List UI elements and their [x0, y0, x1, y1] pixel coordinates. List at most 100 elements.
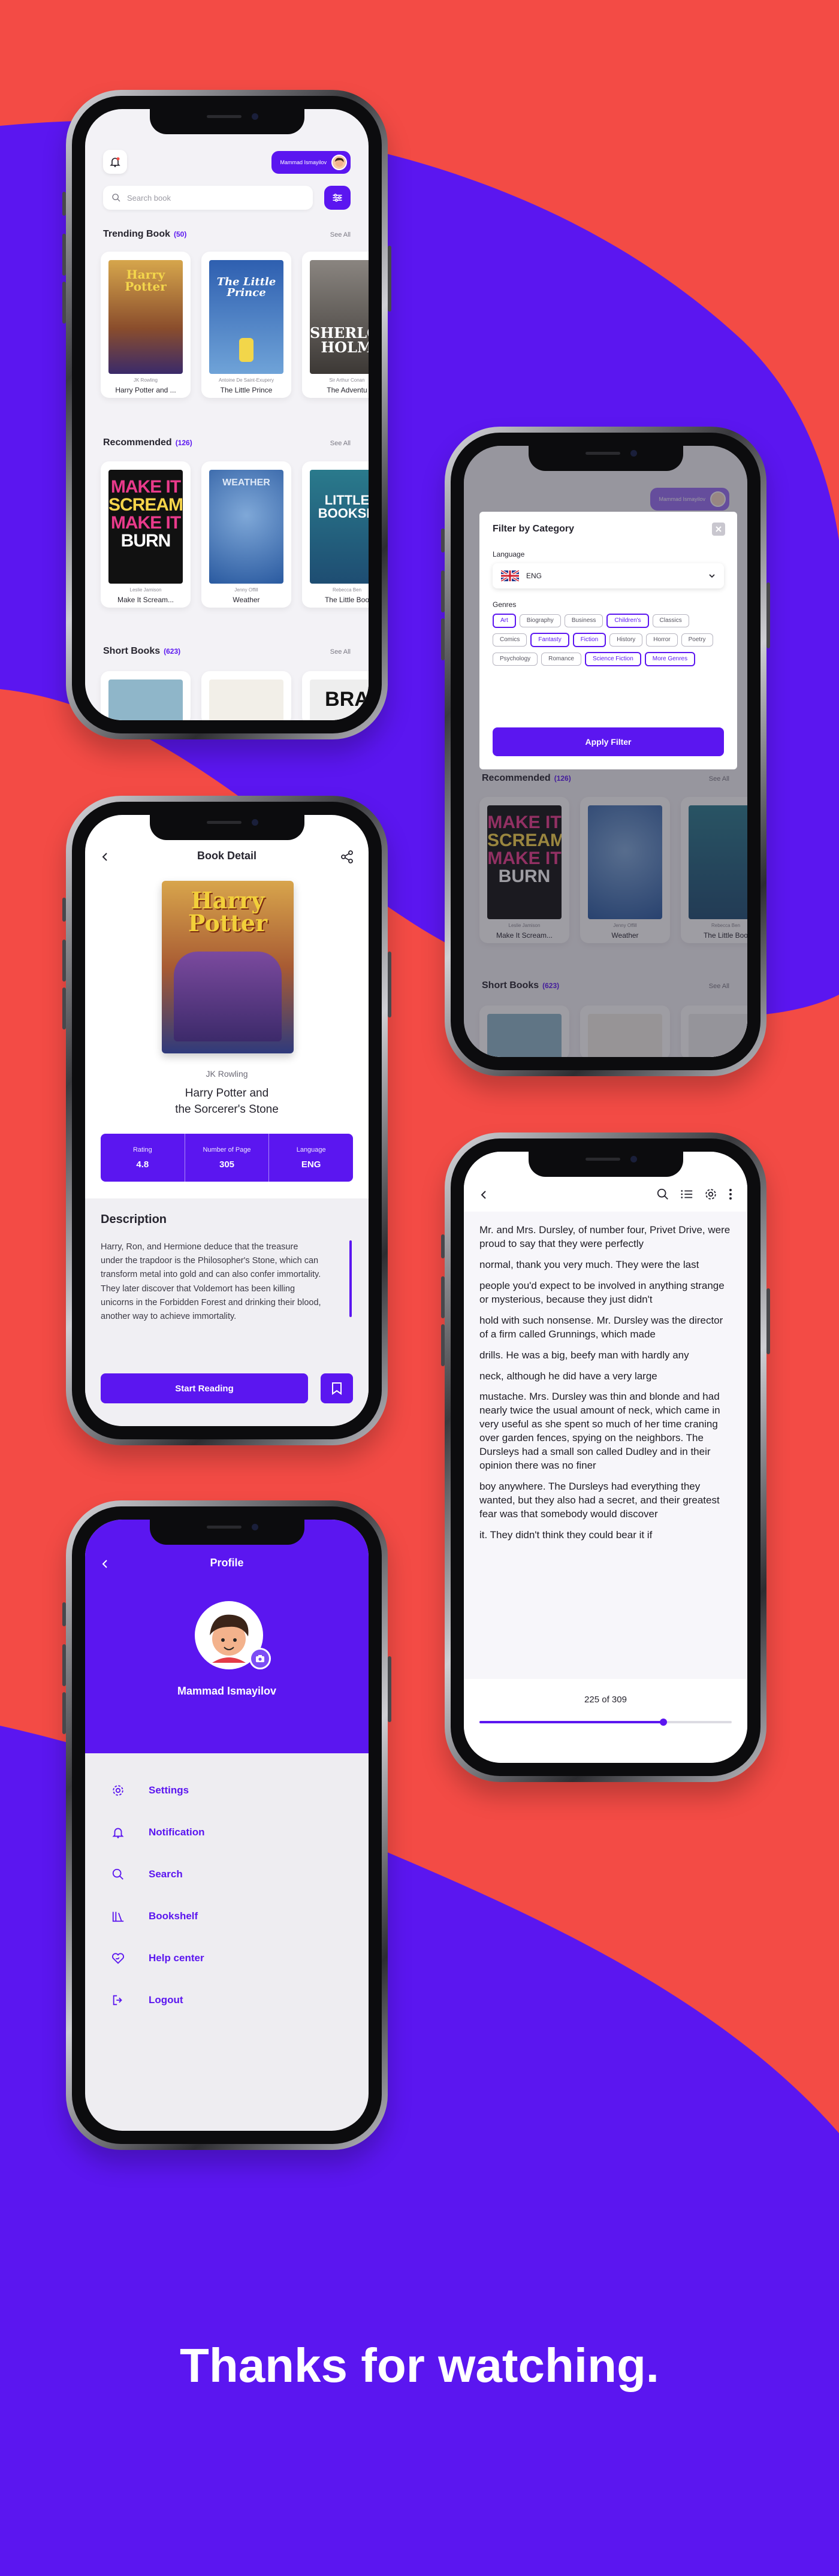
genre-chip[interactable]: Children's [606, 614, 649, 628]
book-cover: SHERLOCKHOLM [310, 260, 369, 374]
book-card[interactable]: The Little Prince Antoine De Saint-Exuper… [201, 252, 291, 398]
more-vertical-icon [729, 1189, 732, 1200]
book-card[interactable]: Harry Potter JK Rowling Harry Potter and … [101, 252, 191, 398]
book-cover: Harry Potter [108, 260, 183, 374]
back-button[interactable] [478, 1189, 490, 1204]
detail-screen: Book Detail Harry Potter JK Rowling Harr… [85, 815, 369, 1426]
menu-item-help-center[interactable]: Help center [111, 1946, 204, 1970]
language-stat: Language ENG [296, 1146, 326, 1170]
menu-label: Help center [149, 1952, 204, 1964]
list-icon [681, 1190, 693, 1198]
genre-chip[interactable]: Science Fiction [584, 652, 641, 666]
paragraph: it. They didn't think they could bear it… [479, 1529, 653, 1541]
paragraph: people you'd expect to be involved in an… [479, 1279, 725, 1305]
search-placeholder: Search book [127, 193, 171, 203]
book-card[interactable] [201, 671, 291, 720]
search-icon [112, 1868, 123, 1880]
logout-icon [113, 1995, 122, 2006]
close-button[interactable] [712, 523, 725, 536]
genre-chip[interactable]: Biography [519, 614, 561, 627]
settings-button[interactable] [704, 1188, 717, 1204]
bookmark-button[interactable] [321, 1373, 353, 1403]
book-title: The Little Prince [220, 386, 273, 394]
menu-item-settings[interactable]: Settings [111, 1778, 189, 1802]
language-select[interactable]: ENG [493, 563, 724, 588]
paragraph: neck, although he did have a very large [479, 1370, 657, 1382]
menu-item-logout[interactable]: Logout [111, 1988, 183, 2012]
share-button[interactable] [340, 850, 354, 867]
genre-chip[interactable]: Romance [541, 653, 581, 666]
trending-see-all[interactable]: See All [330, 231, 351, 238]
progress-handle[interactable] [660, 1719, 668, 1726]
book-cover [209, 680, 283, 720]
contents-button[interactable] [680, 1188, 693, 1204]
uk-flag-icon [501, 570, 519, 581]
book-cover: WEATHER [209, 470, 283, 584]
notification-button[interactable] [103, 150, 127, 174]
genre-chip[interactable]: Business [564, 614, 603, 627]
book-title: Weather [233, 596, 260, 604]
rating-stat: Rating 4.8 [101, 1134, 185, 1182]
genre-chip[interactable]: Fantasty [530, 633, 569, 647]
description-title: Description [101, 1213, 167, 1226]
genre-chip[interactable]: Fiction [572, 633, 606, 647]
user-name: Mammad Ismayilov [280, 159, 327, 165]
book-card[interactable]: WEATHER Jenny Offill Weather [201, 461, 291, 608]
paragraph: normal, thank you very much. They were t… [479, 1258, 699, 1270]
genre-chip[interactable]: Horror [646, 633, 678, 647]
user-profile-pill[interactable]: Mammad Ismayilov [271, 151, 351, 174]
filter-screen: Mammad Ismayilov Recommended (126) See Al… [464, 446, 747, 1057]
book-title: Make It Scream... [117, 596, 174, 604]
book-cover: MAKE IT SCREAM MAKE IT BURN [108, 470, 183, 584]
more-button[interactable] [728, 1188, 733, 1204]
description-section: Description Harry, Ron, and Hermione ded… [85, 1198, 369, 1426]
home-screen: Mammad Ismayilov Search book Trending Bo… [85, 109, 369, 720]
book-card[interactable]: MAKE IT SCREAM MAKE IT BURN Leslie Jamison … [101, 461, 191, 608]
profile-header: Profile Mammad Ismayilov [85, 1520, 369, 1753]
genre-chip[interactable]: Poetry [681, 633, 713, 647]
genre-chip[interactable]: More Genres [644, 652, 696, 666]
book-cover: Harry Potter [162, 881, 294, 1053]
short-books-title: Short Books (623) [103, 646, 181, 656]
book-author: Antoine De Saint-Exupery [218, 378, 274, 383]
menu-label: Search [149, 1868, 183, 1880]
book-stats: Rating 4.8 Number of Page 305 Language ENG [101, 1134, 353, 1182]
close-icon [716, 526, 722, 532]
search-button[interactable] [656, 1188, 669, 1204]
book-card[interactable] [101, 671, 191, 720]
filter-button[interactable] [324, 186, 351, 210]
bell-icon [112, 1828, 124, 1838]
search-input[interactable]: Search book [103, 186, 313, 210]
genre-chip[interactable]: History [609, 633, 643, 647]
avatar [331, 155, 347, 170]
recommended-title: Recommended (126) [103, 437, 192, 448]
progress-track[interactable] [479, 1719, 732, 1726]
start-reading-button[interactable]: Start Reading [101, 1373, 308, 1403]
back-arrow-icon [481, 1191, 486, 1199]
phone-detail: Book Detail Harry Potter JK Rowling Harr… [62, 796, 391, 1445]
genre-chip[interactable]: Art [493, 614, 516, 628]
menu-label: Logout [149, 1994, 183, 2006]
book-card[interactable]: BRA [302, 671, 369, 720]
menu-item-search[interactable]: Search [111, 1862, 183, 1886]
menu-item-bookshelf[interactable]: Bookshelf [111, 1904, 198, 1928]
book-card[interactable]: SHERLOCKHOLM Sir Arthur Conan The Advent… [302, 252, 369, 398]
menu-item-notification[interactable]: Notification [111, 1820, 205, 1844]
reader-screen: Mr. and Mrs. Dursley, of number four, Pr… [464, 1152, 747, 1763]
book-card[interactable]: LITTLEBOOKSH Rebecca Ben The Little Boo [302, 461, 369, 608]
change-photo-button[interactable] [249, 1648, 271, 1669]
chevron-down-icon [709, 574, 715, 578]
camera-icon [256, 1655, 264, 1662]
scrollbar[interactable] [349, 1240, 352, 1317]
apply-filter-button[interactable]: Apply Filter [493, 727, 724, 756]
genre-chip[interactable]: Psychology [493, 653, 538, 666]
genre-chip[interactable]: Classics [652, 614, 689, 627]
page-title: Profile [210, 1557, 244, 1569]
genre-chip[interactable]: Comics [493, 633, 527, 647]
phone-profile: Profile Mammad Ismayilov Settings Notifi… [62, 1500, 391, 2150]
paragraph: hold with such nonsense. Mr. Dursley was… [479, 1314, 723, 1340]
short-books-see-all[interactable]: See All [330, 648, 351, 656]
genre-chip-list: Art Biography Business Children's Classics Co… [493, 614, 724, 671]
recommended-see-all[interactable]: See All [330, 440, 351, 447]
filter-modal: Filter by Category Language ENG Genres A… [479, 512, 737, 769]
